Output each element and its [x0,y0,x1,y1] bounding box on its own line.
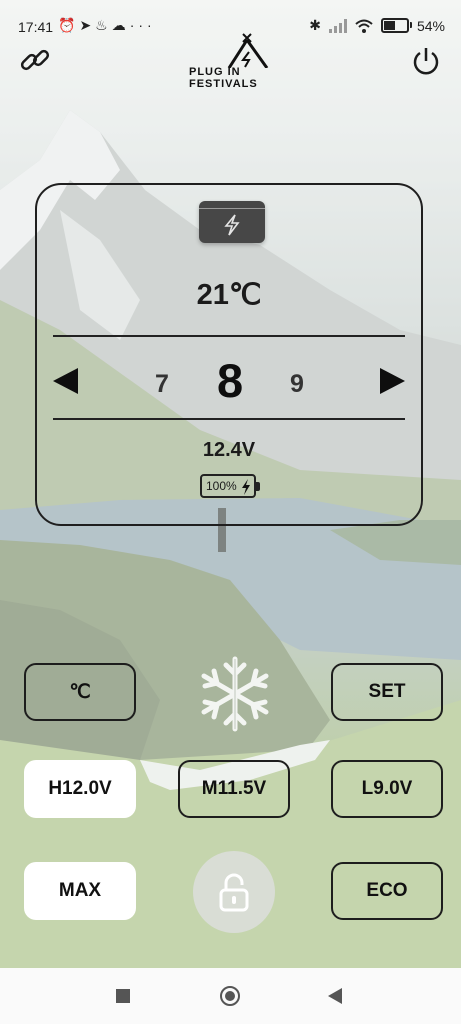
voltage-low-button[interactable]: L9.0V [331,760,443,818]
power-badge [199,201,265,243]
system-nav-bar [0,968,461,1024]
set-button[interactable]: SET [331,663,443,721]
telegram-icon: ➤ [79,17,96,33]
voltage-readout: 12.4V [202,439,256,461]
level-current: 8 [217,354,244,407]
level-prev: 7 [155,370,169,398]
unit-toggle-button[interactable]: ℃ [24,663,136,721]
power-icon[interactable] [409,44,443,78]
notification-icons: ⏰➤♨☁··· [58,17,156,34]
home-circle-icon[interactable] [220,986,240,1006]
battery-percent: 54% [416,17,445,34]
wifi-icon [355,19,373,33]
battery-level-label: 100% [206,479,237,493]
status-time: 17:41 [18,19,54,35]
app-icon: ♨ [95,17,112,33]
logo-line2: FESTIVALS [189,78,258,90]
temperature-readout: 21℃ [196,279,262,311]
battery-indicator: 100% [200,474,260,498]
logo-line1: PLUG IN [189,66,241,78]
battery-icon [380,18,412,33]
voltage-mid-button[interactable]: M11.5V [178,760,290,818]
recents-square-icon[interactable] [116,989,130,1003]
status-panel: 21℃ 7 8 9 12.4V 100% [35,183,423,526]
voltage-high-button[interactable]: H12.0V [24,760,136,818]
charging-bolt-icon [242,479,250,495]
cloud-icon: ☁ [111,17,130,33]
bolt-icon [224,214,240,236]
system-icons: ✱ 54% [309,17,445,34]
unlock-button[interactable] [193,851,275,933]
brand-logo: PLUG IN FESTIVALS [185,32,277,94]
more-dots-icon: ··· [129,17,156,33]
back-triangle-icon[interactable] [328,988,342,1004]
signal-icon [328,18,347,33]
tent-logo-icon [227,33,269,69]
snowflake-icon[interactable] [196,655,274,733]
alarm-icon: ⏰ [58,17,80,33]
level-next: 9 [290,370,304,398]
eco-mode-button[interactable]: ECO [331,862,443,920]
divider-bottom [53,418,405,420]
link-icon[interactable] [18,44,52,78]
bluetooth-icon: ✱ [309,17,321,33]
divider-top [53,335,405,337]
unlock-icon [219,873,249,912]
increase-arrow-icon[interactable] [380,368,405,394]
max-mode-button[interactable]: MAX [24,862,136,920]
decrease-arrow-icon[interactable] [53,368,78,394]
